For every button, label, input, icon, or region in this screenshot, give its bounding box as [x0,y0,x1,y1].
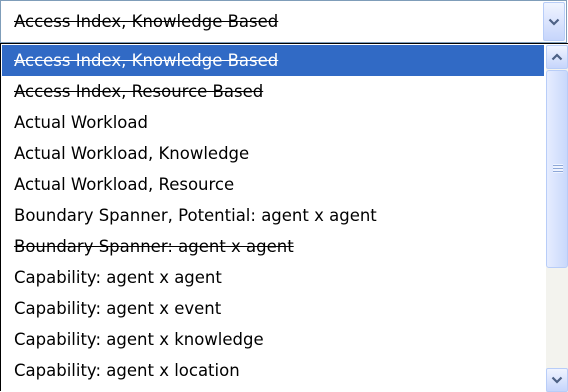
list-item[interactable]: Actual Workload, Resource [2,169,544,200]
chevron-up-icon [551,53,563,61]
list-item[interactable]: Capability: agent x location [2,355,544,386]
list-item-label: Actual Workload [14,113,148,132]
list-item-label: Access Index, Resource Based [14,82,264,101]
chevron-down-icon [548,18,560,26]
list-item-label: Actual Workload, Knowledge [14,144,250,163]
list-item-label: Capability: agent x event [14,299,222,318]
list-item-label: Capability: agent x agent [14,268,222,287]
list-item-label: Boundary Spanner, Potential: agent x age… [14,206,377,225]
grip-icon [553,164,563,173]
dropdown-combobox[interactable]: Access Index, Knowledge Based [0,0,567,43]
list-item[interactable]: Capability: agent x agent [2,262,544,293]
list-item[interactable]: Access Index, Knowledge Based [2,45,544,76]
dropdown-selected-value: Access Index, Knowledge Based [14,12,279,31]
dropdown-toggle-button[interactable] [543,2,565,41]
list-item[interactable]: Capability: agent x event [2,293,544,324]
chevron-down-icon [551,376,563,384]
list-item-label: Access Index, Knowledge Based [14,51,279,70]
list-item-label: Capability: agent x knowledge [14,330,264,349]
list-item[interactable]: Boundary Spanner, Potential: agent x age… [2,200,544,231]
list-item[interactable]: Actual Workload, Knowledge [2,138,544,169]
scroll-up-button[interactable] [546,45,568,69]
vertical-scrollbar[interactable] [546,45,568,392]
scroll-down-button[interactable] [546,368,568,392]
list-item-label: Capability: agent x location [14,361,240,380]
list-item[interactable]: Capability: agent x knowledge [2,324,544,355]
list-item[interactable]: Actual Workload [2,107,544,138]
scrollbar-thumb[interactable] [546,70,568,268]
dropdown-list[interactable]: Access Index, Knowledge Based Access Ind… [0,43,568,392]
list-item[interactable]: Boundary Spanner: agent x agent [2,231,544,262]
list-item-label: Actual Workload, Resource [14,175,235,194]
dropdown-items: Access Index, Knowledge Based Access Ind… [2,45,544,386]
list-item-label: Boundary Spanner: agent x agent [14,237,294,256]
list-item[interactable]: Access Index, Resource Based [2,76,544,107]
